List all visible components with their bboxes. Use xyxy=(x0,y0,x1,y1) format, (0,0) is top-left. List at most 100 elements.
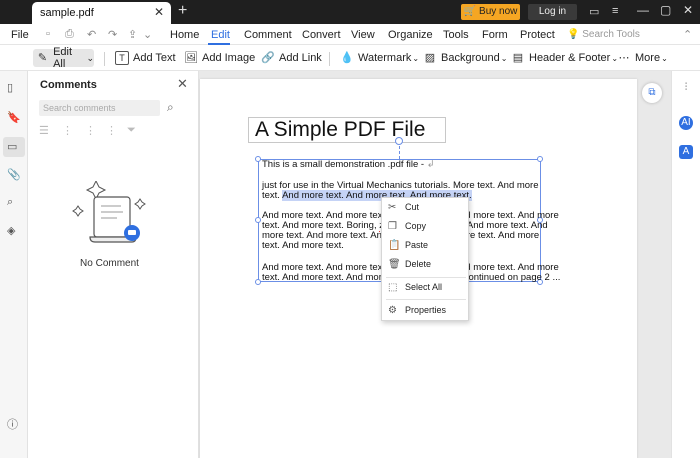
save-icon[interactable]: ▫ xyxy=(46,28,50,40)
add-image-label: Add Image xyxy=(202,52,256,64)
select-all-icon: ⬚ xyxy=(388,282,398,293)
search-comments-input[interactable] xyxy=(39,100,160,116)
thumbnails-icon[interactable]: ▯ xyxy=(7,81,13,94)
edit-icon: ✎ xyxy=(37,52,48,64)
add-link-label: Add Link xyxy=(279,52,322,64)
return-mark-icon: ↲ xyxy=(426,159,435,170)
funnel-icon[interactable]: ⏷ xyxy=(127,124,136,137)
context-menu-paste[interactable]: 📋 Paste xyxy=(382,237,470,255)
comment-icon[interactable]: ▭ xyxy=(7,140,17,153)
select-all-label: Select All xyxy=(405,282,443,292)
paste-label: Paste xyxy=(405,240,429,250)
sort-icon[interactable]: ☰ xyxy=(39,124,49,137)
properties-panel-icon[interactable]: ⫶ xyxy=(679,81,693,95)
background-button[interactable]: ▨ Background ⌄ xyxy=(423,49,508,67)
reading-mode-icon[interactable]: ⧉ xyxy=(642,83,662,103)
background-icon: ▨ xyxy=(424,52,436,64)
header-footer-button[interactable]: ▤ Header & Footer ⌄ xyxy=(511,49,618,67)
image-icon: 🖼 xyxy=(184,52,198,64)
paragraph-line: text. And more text. xyxy=(262,240,344,251)
add-text-label: Add Text xyxy=(133,52,176,64)
delete-label: Delete xyxy=(405,259,432,269)
paragraph-line: This is a small demonstration .pdf file … xyxy=(262,159,435,170)
menu-file[interactable]: File xyxy=(11,29,29,41)
left-sidebar-rail: ▯ 🔖 ▭ 📎 ⌕ ◈ ⓘ xyxy=(0,71,28,458)
help-icon[interactable]: ⓘ xyxy=(7,416,18,432)
login-button[interactable]: Log in xyxy=(528,4,577,20)
chevron-down-icon: ⌄ xyxy=(86,52,94,63)
resize-handle-ne[interactable] xyxy=(537,156,543,162)
maximize-icon[interactable]: ▢ xyxy=(660,3,671,17)
quick-access-dropdown-icon[interactable]: ⌄ xyxy=(143,28,152,41)
resize-handle-nw[interactable] xyxy=(255,156,261,162)
paste-icon: 📋 xyxy=(388,240,401,251)
context-menu-properties[interactable]: ⚙ Properties xyxy=(382,302,470,320)
line-text: text. xyxy=(262,190,283,201)
copy-label: Copy xyxy=(405,221,427,231)
menu-organize[interactable]: Organize xyxy=(388,29,433,41)
chevron-down-icon: ⌄ xyxy=(661,53,668,63)
more-button[interactable]: ⋯ More ⌄ xyxy=(617,49,668,67)
filter-author-icon[interactable]: ⋮ xyxy=(62,124,73,137)
menu-tools[interactable]: Tools xyxy=(443,29,469,41)
window-close-icon[interactable]: ✕ xyxy=(683,3,693,17)
background-label: Background xyxy=(441,52,500,64)
title-bar: sample.pdf ✕ + 🛒 Buy now Log in ▭ ≡ — ▢ ✕ xyxy=(0,0,700,24)
ai-assistant-icon[interactable]: AI xyxy=(679,116,693,130)
rotate-handle[interactable] xyxy=(395,137,403,145)
undo-icon[interactable]: ↶ xyxy=(87,28,96,41)
print-icon[interactable]: ⎙ xyxy=(65,28,74,41)
context-menu-divider xyxy=(386,277,466,278)
document-tab[interactable]: sample.pdf ✕ xyxy=(32,2,171,24)
link-icon: 🔗 xyxy=(261,52,275,64)
more-icon: ⋯ xyxy=(618,52,630,64)
context-menu-cut[interactable]: ✂ Cut xyxy=(382,199,470,217)
filter-status-icon[interactable]: ⋮ xyxy=(106,124,117,137)
watermark-button[interactable]: 💧 Watermark ⌄ xyxy=(340,49,419,67)
menu-convert[interactable]: Convert xyxy=(302,29,341,41)
new-tab-icon[interactable]: + xyxy=(178,2,187,20)
edit-all-label: Edit All xyxy=(53,46,73,70)
layers-icon[interactable]: ◈ xyxy=(7,224,15,237)
add-text-button[interactable]: T Add Text xyxy=(115,49,176,67)
properties-label: Properties xyxy=(405,305,447,315)
feedback-icon[interactable]: ▭ xyxy=(589,5,599,18)
search-tools-field[interactable]: 💡 Search Tools xyxy=(567,29,640,40)
search-icon[interactable]: ⌕ xyxy=(167,100,174,115)
menu-protect[interactable]: Protect xyxy=(520,29,555,41)
watermark-icon: 💧 xyxy=(340,52,354,64)
redo-icon[interactable]: ↷ xyxy=(108,28,117,41)
edit-all-button[interactable]: ✎ Edit All ⌄ xyxy=(33,46,94,70)
menu-view[interactable]: View xyxy=(351,29,375,41)
menu-edit[interactable]: Edit xyxy=(211,29,230,41)
context-menu-delete[interactable]: 🗑 Delete xyxy=(382,256,470,274)
menu-home[interactable]: Home xyxy=(170,29,199,41)
chevron-down-icon: ⌄ xyxy=(412,53,420,63)
context-menu-select-all[interactable]: ⬚ Select All xyxy=(382,279,470,297)
menu-icon[interactable]: ≡ xyxy=(612,5,618,17)
tab-close-icon[interactable]: ✕ xyxy=(154,5,164,19)
buy-now-button[interactable]: 🛒 Buy now xyxy=(461,4,520,20)
collapse-ribbon-icon[interactable]: ⌃ xyxy=(683,28,692,41)
filter-type-icon[interactable]: ⋮ xyxy=(85,124,96,137)
menu-form[interactable]: Form xyxy=(482,29,508,41)
search-icon[interactable]: ⌕ xyxy=(7,196,13,209)
header-footer-icon: ▤ xyxy=(512,52,524,64)
close-icon[interactable]: ✕ xyxy=(177,76,188,92)
empty-state-text: No Comment xyxy=(80,258,139,269)
watermark-label: Watermark xyxy=(358,52,412,64)
add-image-button[interactable]: 🖼 Add Image xyxy=(184,49,255,67)
attachment-icon[interactable]: 📎 xyxy=(7,168,21,181)
translate-icon[interactable]: A xyxy=(679,145,693,159)
resize-handle-w[interactable] xyxy=(255,217,261,223)
context-menu-copy[interactable]: ❐ Copy xyxy=(382,218,470,236)
bookmark-icon[interactable]: 🔖 xyxy=(7,111,21,124)
add-link-button[interactable]: 🔗 Add Link xyxy=(261,49,322,67)
resize-handle-sw[interactable] xyxy=(255,279,261,285)
context-menu: ✂ Cut ❐ Copy 📋 Paste 🗑 Delete ⬚ Select A… xyxy=(381,197,469,321)
trash-icon: 🗑 xyxy=(388,259,401,270)
minimize-icon[interactable]: — xyxy=(637,3,649,17)
menu-comment[interactable]: Comment xyxy=(244,29,292,41)
chevron-down-icon: ⌄ xyxy=(500,53,508,63)
share-icon[interactable]: ⇪ xyxy=(128,28,137,41)
